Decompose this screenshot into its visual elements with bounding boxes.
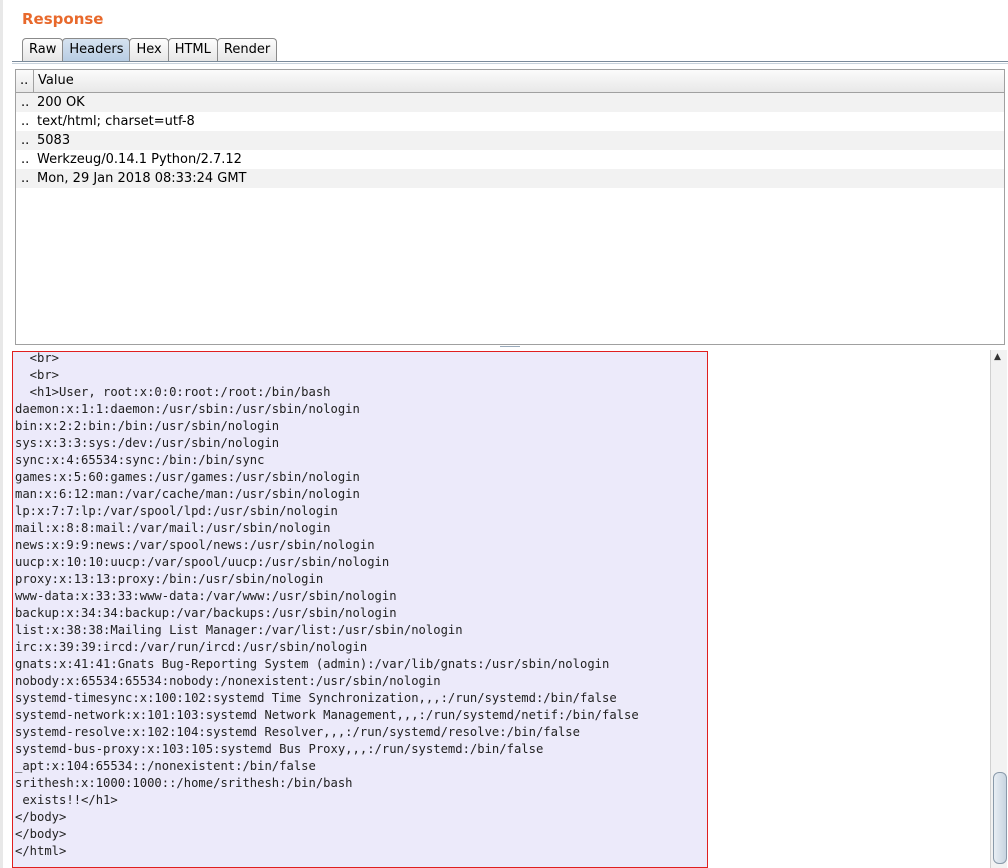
tab-underline — [12, 61, 1008, 64]
table-body: .. 200 OK .. text/html; charset=utf-8 ..… — [16, 93, 1004, 188]
body-line: news:x:9:9:news:/var/spool/news:/usr/sbi… — [15, 538, 375, 552]
body-line: systemd-bus-proxy:x:103:105:systemd Bus … — [15, 742, 544, 756]
column-header-name[interactable]: .. — [16, 70, 34, 92]
body-line: <br> — [15, 351, 60, 365]
body-line: <br> — [15, 368, 60, 382]
header-value-cell: 200 OK — [37, 95, 85, 110]
body-line: games:x:5:60:games:/usr/games:/usr/sbin/… — [15, 470, 360, 484]
window-edge — [0, 0, 3, 868]
table-row[interactable]: .. 200 OK — [16, 93, 1004, 112]
header-name-cell: .. — [21, 152, 30, 167]
header-name-cell: .. — [21, 95, 30, 110]
table-row[interactable]: .. text/html; charset=utf-8 — [16, 112, 1004, 131]
body-line: irc:x:39:39:ircd:/var/run/ircd:/usr/sbin… — [15, 640, 368, 654]
body-line: man:x:6:12:man:/var/cache/man:/usr/sbin/… — [15, 487, 360, 501]
tab-render[interactable]: Render — [216, 38, 278, 61]
scroll-up-arrow-icon[interactable]: ▲ — [994, 352, 1001, 362]
body-line: list:x:38:38:Mailing List Manager:/var/l… — [15, 623, 463, 637]
body-line: mail:x:8:8:mail:/var/mail:/usr/sbin/nolo… — [15, 521, 331, 535]
header-name-cell: .. — [21, 171, 30, 186]
table-row[interactable]: .. Mon, 29 Jan 2018 08:33:24 GMT — [16, 169, 1004, 188]
body-line: uucp:x:10:10:uucp:/var/spool/uucp:/usr/s… — [15, 555, 390, 569]
body-line: exists!!</h1> — [15, 793, 118, 807]
tab-hex[interactable]: Hex — [129, 38, 169, 61]
body-line: gnats:x:41:41:Gnats Bug-Reporting System… — [15, 657, 610, 671]
body-line: bin:x:2:2:bin:/bin:/usr/sbin/nologin — [15, 419, 280, 433]
body-line: proxy:x:13:13:proxy:/bin:/usr/sbin/nolog… — [15, 572, 324, 586]
body-line: systemd-network:x:101:103:systemd Networ… — [15, 708, 639, 722]
column-header-value[interactable]: Value — [34, 70, 74, 92]
table-row[interactable]: .. 5083 — [16, 131, 1004, 150]
body-line: www-data:x:33:33:www-data:/var/www:/usr/… — [15, 589, 397, 603]
response-body-text[interactable]: <br> <br> <h1>User, root:x:0:0:root:/roo… — [15, 350, 639, 860]
vertical-scrollbar[interactable]: ▲ — [990, 350, 1007, 868]
body-line: _apt:x:104:65534::/nonexistent:/bin/fals… — [15, 759, 316, 773]
table-header: .. Value — [16, 70, 1004, 93]
response-body-pane[interactable]: <br> <br> <h1>User, root:x:0:0:root:/roo… — [12, 350, 988, 868]
header-value-cell: Mon, 29 Jan 2018 08:33:24 GMT — [37, 171, 247, 186]
body-line: sync:x:4:65534:sync:/bin:/bin/sync — [15, 453, 265, 467]
body-line: backup:x:34:34:backup:/var/backups:/usr/… — [15, 606, 397, 620]
body-line: daemon:x:1:1:daemon:/usr/sbin:/usr/sbin/… — [15, 402, 360, 416]
body-line: srithesh:x:1000:1000::/home/srithesh:/bi… — [15, 776, 353, 790]
header-value-cell: 5083 — [37, 133, 71, 148]
table-row[interactable]: .. Werkzeug/0.14.1 Python/2.7.12 — [16, 150, 1004, 169]
header-value-cell: Werkzeug/0.14.1 Python/2.7.12 — [37, 152, 242, 167]
body-line: </body> — [15, 810, 67, 824]
headers-table: .. Value .. 200 OK .. text/html; charset… — [15, 69, 1005, 345]
body-line: </html> — [15, 844, 67, 858]
body-line: <h1>User, root:x:0:0:root:/root:/bin/bas… — [15, 385, 331, 399]
tab-html[interactable]: HTML — [167, 38, 218, 61]
header-name-cell: .. — [21, 133, 30, 148]
view-tabs: Raw Headers Hex HTML Render — [22, 38, 278, 62]
body-line: sys:x:3:3:sys:/dev:/usr/sbin/nologin — [15, 436, 280, 450]
header-value-cell: text/html; charset=utf-8 — [37, 114, 195, 129]
body-line: lp:x:7:7:lp:/var/spool/lpd:/usr/sbin/nol… — [15, 504, 338, 518]
header-name-cell: .. — [21, 114, 30, 129]
tab-headers[interactable]: Headers — [62, 38, 131, 61]
scrollbar-thumb[interactable] — [993, 772, 1007, 864]
body-line: systemd-resolve:x:102:104:systemd Resolv… — [15, 725, 580, 739]
body-line: </body> — [15, 827, 67, 841]
tab-raw[interactable]: Raw — [22, 38, 64, 61]
body-line: nobody:x:65534:65534:nobody:/nonexistent… — [15, 674, 441, 688]
panel-title: Response — [22, 10, 104, 28]
body-line: systemd-timesync:x:100:102:systemd Time … — [15, 691, 617, 705]
